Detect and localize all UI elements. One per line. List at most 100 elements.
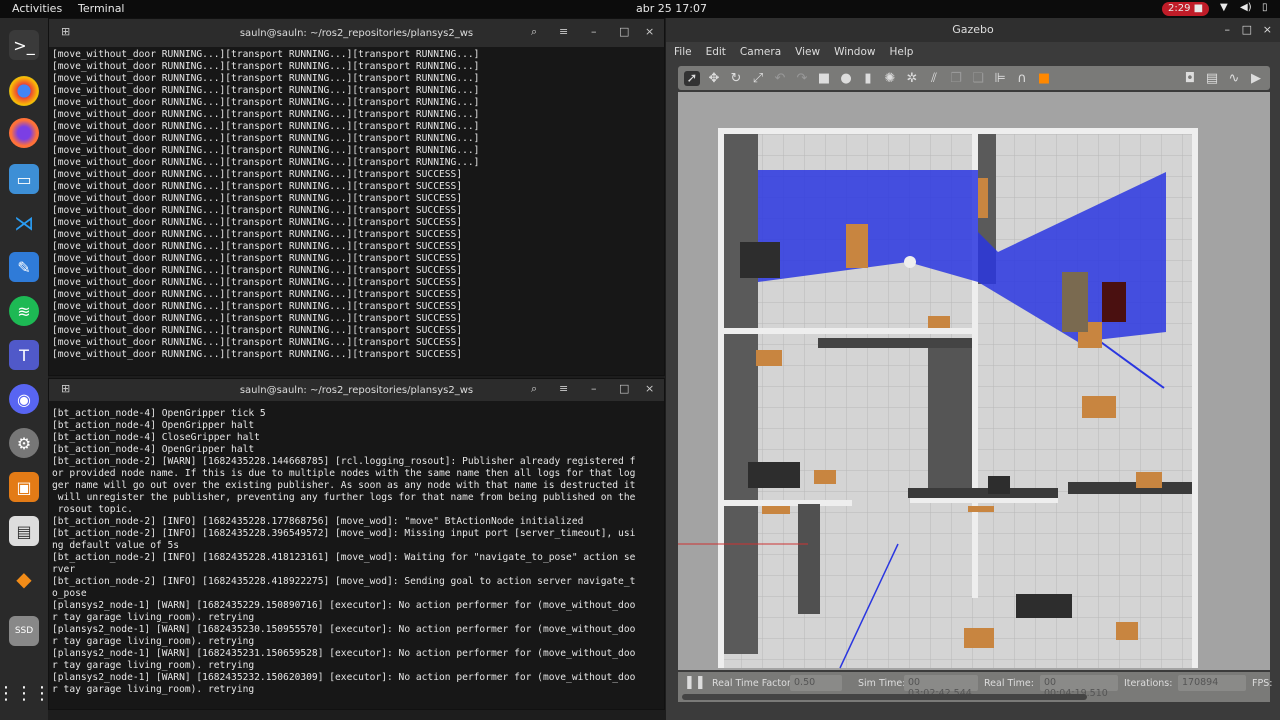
sphere-icon[interactable]: ● — [838, 71, 854, 86]
spot-light-icon[interactable]: ✲ — [904, 71, 920, 86]
clock[interactable]: abr 25 17:07 — [636, 2, 707, 15]
sim-time-value: 00 03:02:42.544 — [904, 675, 978, 699]
menu-icon[interactable]: ≡ — [559, 382, 568, 395]
terminal-line: [move_without_door RUNNING...][transport… — [52, 157, 480, 168]
terminal-icon[interactable]: >_ — [9, 30, 39, 60]
menu-camera[interactable]: Camera — [740, 46, 781, 58]
plot-icon[interactable]: ∿ — [1226, 71, 1242, 86]
terminal-titlebar[interactable]: ⊞ sauln@sauln: ~/ros2_repositories/plans… — [49, 379, 664, 401]
activities-button[interactable]: Activities — [12, 2, 62, 15]
terminal-line: [bt_action_node-4] OpenGripper tick 5 — [52, 408, 266, 419]
terminal-line: [move_without_door RUNNING...][transport… — [52, 325, 463, 336]
pause-icon[interactable]: ❚❚ — [684, 675, 706, 690]
terminal-line: [bt_action_node-4] OpenGripper halt — [52, 420, 255, 431]
terminal-window-top[interactable]: ⊞ sauln@sauln: ~/ros2_repositories/plans… — [48, 18, 665, 376]
scale-icon[interactable]: ⤢ — [750, 71, 766, 86]
terminal-titlebar[interactable]: ⊞ sauln@sauln: ~/ros2_repositories/plans… — [49, 19, 664, 47]
volume-icon[interactable]: ◀) — [1240, 2, 1252, 13]
rotate-icon[interactable]: ↻ — [728, 71, 744, 86]
close-icon[interactable]: × — [645, 25, 654, 38]
recording-indicator[interactable]: 2:29 ■ — [1162, 2, 1210, 16]
terminal-line: [bt_action_node-2] [WARN] [1682435228.14… — [52, 456, 636, 467]
inkscape-icon[interactable]: ◆ — [9, 564, 39, 594]
menu-edit[interactable]: Edit — [706, 46, 726, 58]
teams-icon[interactable]: T — [9, 340, 39, 370]
paste-icon[interactable]: ❏ — [970, 71, 986, 86]
chrome-icon[interactable] — [9, 76, 39, 106]
settings-icon[interactable]: ⚙ — [9, 428, 39, 458]
app-grid-icon[interactable]: ⋮⋮⋮ — [0, 678, 51, 708]
iterations-label: Iterations: — [1124, 678, 1173, 689]
terminal-line: [move_without_door RUNNING...][transport… — [52, 241, 463, 252]
redo-icon[interactable]: ↷ — [794, 71, 810, 86]
new-tab-icon[interactable]: ⊞ — [61, 25, 70, 38]
terminal-window-bottom[interactable]: ⊞ sauln@sauln: ~/ros2_repositories/plans… — [48, 378, 665, 710]
wifi-icon[interactable]: ▼ — [1220, 2, 1228, 13]
terminal-line: [move_without_door RUNNING...][transport… — [52, 253, 463, 264]
new-tab-icon[interactable]: ⊞ — [61, 382, 70, 395]
battery-icon[interactable]: ▯ — [1262, 2, 1268, 13]
screenshot-icon[interactable]: ▣ — [9, 472, 39, 502]
align-icon[interactable]: ⊫ — [992, 71, 1008, 86]
snap-icon[interactable]: ∩ — [1014, 71, 1030, 86]
undo-icon[interactable]: ↶ — [772, 71, 788, 86]
terminal-line: [move_without_door RUNNING...][transport… — [52, 205, 463, 216]
directional-light-icon[interactable]: ⫽ — [926, 71, 942, 86]
menu-bar: File Edit Camera View Window Help — [666, 42, 1280, 62]
menu-file[interactable]: File — [674, 46, 692, 58]
terminal-line: [move_without_door RUNNING...][transport… — [52, 97, 480, 108]
select-icon[interactable]: ➚ — [684, 70, 700, 86]
view-angle-icon[interactable]: ■ — [1036, 71, 1052, 86]
firefox-icon[interactable] — [9, 118, 39, 148]
maximize-icon[interactable]: □ — [619, 382, 629, 395]
top-bar: Activities Terminal abr 25 17:07 2:29 ■ … — [0, 0, 1280, 18]
drive-icon[interactable]: SSD — [9, 616, 39, 646]
text-editor-icon[interactable]: ✎ — [9, 252, 39, 282]
menu-icon[interactable]: ≡ — [559, 25, 568, 38]
menu-window[interactable]: Window — [834, 46, 875, 58]
terminal-output[interactable]: [bt_action_node-4] OpenGripper tick 5 [bt… — [49, 401, 664, 709]
rtf-value: 0.50 — [790, 675, 842, 691]
copy-icon[interactable]: ❐ — [948, 71, 964, 86]
cylinder-icon[interactable]: ▮ — [860, 71, 876, 86]
translate-icon[interactable]: ✥ — [706, 71, 722, 86]
box-icon[interactable]: ■ — [816, 71, 832, 86]
gazebo-window[interactable]: Gazebo – □ × File Edit Camera View Windo… — [666, 18, 1280, 720]
menu-view[interactable]: View — [795, 46, 820, 58]
minimize-icon[interactable]: – — [591, 382, 597, 395]
document-viewer-icon[interactable]: ▤ — [9, 516, 39, 546]
terminal-line: [move_without_door RUNNING...][transport… — [52, 337, 463, 348]
terminal-line: [move_without_door RUNNING...][transport… — [52, 73, 480, 84]
terminal-line: [plansys2_node-1] [WARN] [1682435231.150… — [52, 648, 636, 659]
terminal-line: rver — [52, 564, 76, 575]
minimize-icon[interactable]: – — [591, 25, 597, 38]
close-icon[interactable]: × — [645, 382, 654, 395]
record-video-icon[interactable]: ▶ — [1248, 71, 1264, 86]
scrollbar[interactable] — [682, 694, 1087, 700]
files-icon[interactable]: ▭ — [9, 164, 39, 194]
terminal-line: r tay garage living_room). retrying — [52, 660, 255, 671]
screenshot-icon[interactable]: ◘ — [1182, 71, 1198, 86]
minimize-icon[interactable]: – — [1225, 18, 1231, 42]
search-icon[interactable]: ⌕ — [531, 25, 537, 39]
vscode-icon[interactable]: ⋊ — [9, 208, 39, 238]
terminal-line: ng default value of 5s — [52, 540, 180, 551]
menu-help[interactable]: Help — [889, 46, 913, 58]
close-icon[interactable]: × — [1263, 18, 1272, 42]
spotify-icon[interactable]: ≋ — [9, 296, 39, 326]
app-menu[interactable]: Terminal — [78, 2, 125, 15]
terminal-line: [bt_action_node-4] CloseGripper halt — [52, 432, 260, 443]
maximize-icon[interactable]: □ — [1242, 18, 1252, 42]
gazebo-titlebar[interactable]: Gazebo – □ × — [666, 18, 1280, 42]
point-light-icon[interactable]: ✺ — [882, 71, 898, 86]
maximize-icon[interactable]: □ — [619, 25, 629, 38]
fps-label: FPS: — [1252, 678, 1273, 689]
search-icon[interactable]: ⌕ — [531, 382, 537, 396]
world-scene[interactable] — [678, 92, 1270, 670]
terminal-line: [move_without_door RUNNING...][transport… — [52, 133, 480, 144]
robot — [904, 256, 916, 268]
discord-icon[interactable]: ◉ — [9, 384, 39, 414]
log-icon[interactable]: ▤ — [1204, 71, 1220, 86]
terminal-output[interactable]: [move_without_door RUNNING...][transport… — [49, 47, 664, 375]
3d-viewport[interactable] — [678, 92, 1270, 670]
